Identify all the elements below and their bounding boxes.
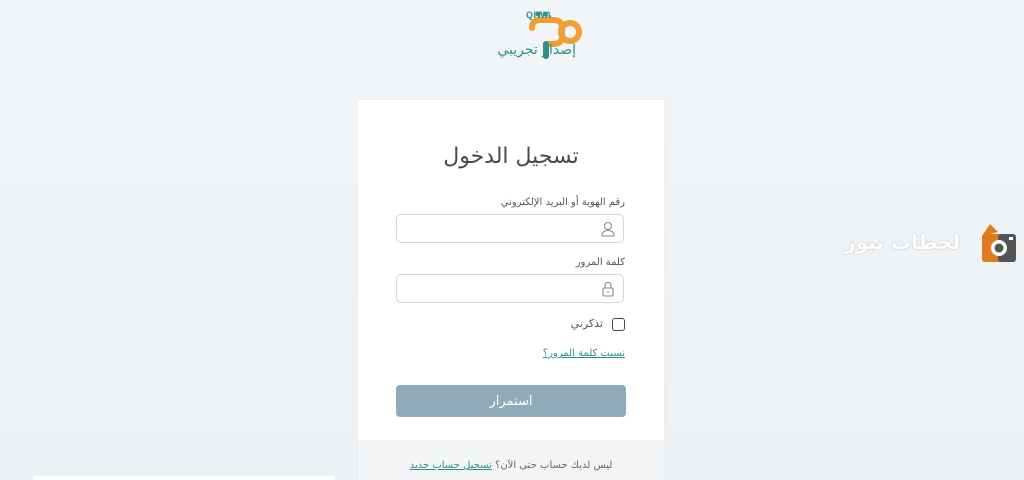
watermark-text: لحظات نيوز — [844, 230, 960, 254]
card-footer: ليس لديك حساب حتى الآن؟ تسجيل حساب جديد — [358, 440, 664, 480]
login-title: تسجيل الدخول — [443, 144, 579, 169]
id-field-label: رقم الهوية أو البريد الإلكتروني — [500, 197, 625, 208]
register-prompt: ليس لديك حساب حتى الآن؟ تسجيل حساب جديد — [358, 460, 664, 471]
register-question: ليس لديك حساب حتى الآن؟ — [495, 460, 613, 471]
password-field-label: كلمة المرور — [575, 257, 625, 268]
password-field[interactable] — [396, 274, 624, 303]
qiwa-logo: QIWA إصدار تجريبي — [440, 6, 590, 66]
id-field[interactable] — [396, 214, 624, 243]
continue-button[interactable]: استمرار — [396, 385, 626, 417]
logo-subtitle: إصدار تجريبي — [497, 42, 576, 58]
camera-logo-icon — [982, 224, 1016, 262]
password-input[interactable] — [405, 279, 595, 298]
login-card: تسجيل الدخول رقم الهوية أو البريد الإلكت… — [358, 100, 664, 480]
login-page: QIWA إصدار تجريبي تسجيل الدخول رقم الهوي… — [0, 0, 1024, 480]
logo-wordmark: QIWA — [526, 10, 552, 20]
bottom-scrollbar — [34, 476, 334, 480]
id-input[interactable] — [405, 219, 595, 238]
lock-icon — [602, 281, 614, 297]
register-link[interactable]: تسجيل حساب جديد — [410, 460, 492, 471]
watermark: لحظات نيوز — [844, 222, 1022, 266]
remember-label[interactable]: تذكرني — [571, 317, 603, 330]
remember-checkbox[interactable] — [612, 318, 625, 331]
user-icon — [601, 221, 615, 237]
forgot-password-link[interactable]: نسيت كلمة المرور؟ — [543, 348, 625, 359]
